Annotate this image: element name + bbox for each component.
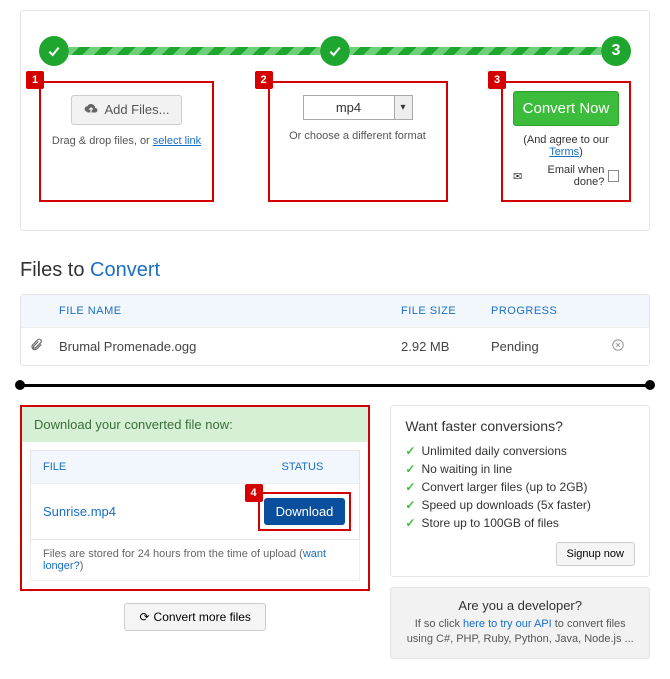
col-file: FILE (43, 461, 257, 473)
promo-item: Unlimited daily conversions (405, 442, 635, 460)
signup-button[interactable]: Signup now (556, 542, 636, 566)
add-files-subtext: Drag & drop files, or select link (51, 135, 202, 147)
col-status: STATUS (257, 461, 347, 473)
select-link[interactable]: select link (153, 135, 201, 147)
download-button[interactable]: Download (264, 498, 346, 525)
step-1-box: 1 Add Files... Drag & drop files, or sel… (39, 81, 214, 202)
developer-text: If so click here to try our API to conve… (403, 617, 637, 648)
files-to-convert-heading: Files to Convert (20, 259, 650, 282)
section-divider (20, 384, 650, 387)
callout-3: 3 (488, 71, 506, 89)
promo-card: Want faster conversions? Unlimited daily… (390, 405, 650, 577)
progress-cell: Pending (491, 339, 611, 354)
promo-item: Store up to 100GB of files (405, 514, 635, 532)
agree-text: (And agree to our Terms) (513, 134, 619, 158)
col-file-name: FILE NAME (59, 305, 401, 317)
promo-list: Unlimited daily conversions No waiting i… (405, 442, 635, 532)
email-when-done-checkbox[interactable] (608, 170, 619, 182)
format-value: mp4 (303, 95, 395, 120)
api-link[interactable]: here to try our API (463, 618, 552, 630)
table-row: Brumal Promenade.ogg 2.92 MB Pending (21, 327, 649, 365)
step-1-check-icon (39, 36, 69, 66)
download-table-header: FILE STATUS (31, 451, 359, 483)
refresh-icon: ⟳ (139, 610, 149, 624)
step-3-number: 3 (601, 36, 631, 66)
paperclip-icon (29, 338, 59, 355)
storage-note: Files are stored for 24 hours from the t… (30, 540, 360, 581)
file-size-cell: 2.92 MB (401, 339, 491, 354)
file-name-cell: Brumal Promenade.ogg (59, 339, 401, 354)
step-2-box: 2 mp4 ▾ Or choose a different format (268, 81, 448, 202)
remove-file-button[interactable] (611, 338, 641, 355)
callout-4: 4 (245, 484, 263, 502)
upload-card: 3 1 Add Files... Drag & drop files, or s… (20, 10, 650, 231)
download-button-highlight: 4 Download (258, 492, 352, 531)
format-select[interactable]: mp4 ▾ (303, 95, 413, 120)
format-subtext: Or choose a different format (280, 130, 436, 142)
convert-more-button[interactable]: ⟳Convert more files (124, 603, 265, 631)
email-when-done-label: Email when done? (526, 164, 604, 188)
download-panel: Download your converted file now: FILE S… (20, 405, 370, 591)
promo-title: Want faster conversions? (405, 418, 635, 434)
converted-file-link[interactable]: Sunrise.mp4 (43, 504, 258, 519)
callout-2: 2 (255, 71, 273, 89)
promo-item: Speed up downloads (5x faster) (405, 496, 635, 514)
developer-title: Are you a developer? (403, 598, 637, 613)
files-table: FILE NAME FILE SIZE PROGRESS Brumal Prom… (20, 294, 650, 366)
download-row: Sunrise.mp4 4 Download (31, 483, 359, 539)
convert-now-button[interactable]: Convert Now (513, 91, 619, 126)
promo-item: Convert larger files (up to 2GB) (405, 478, 635, 496)
terms-link[interactable]: Terms (549, 146, 579, 158)
chevron-down-icon[interactable]: ▾ (395, 95, 413, 120)
step-3-box: 3 Convert Now (And agree to our Terms) ✉… (501, 81, 631, 202)
step-indicator-row: 3 (39, 36, 631, 66)
callout-1: 1 (26, 71, 44, 89)
col-progress: PROGRESS (491, 305, 611, 317)
promo-item: No waiting in line (405, 460, 635, 478)
cloud-upload-icon (84, 103, 98, 118)
step-connector (69, 47, 320, 55)
email-when-done-row: ✉ Email when done? (513, 164, 619, 188)
download-table: FILE STATUS Sunrise.mp4 4 Download (30, 450, 360, 540)
add-files-button[interactable]: Add Files... (71, 95, 183, 125)
developer-card: Are you a developer? If so click here to… (390, 587, 650, 659)
step-2-check-icon (320, 36, 350, 66)
table-header: FILE NAME FILE SIZE PROGRESS (21, 295, 649, 327)
download-banner: Download your converted file now: (22, 407, 368, 442)
add-files-label: Add Files... (104, 102, 169, 117)
col-file-size: FILE SIZE (401, 305, 491, 317)
envelope-icon: ✉ (513, 170, 522, 183)
step-connector (350, 47, 601, 55)
